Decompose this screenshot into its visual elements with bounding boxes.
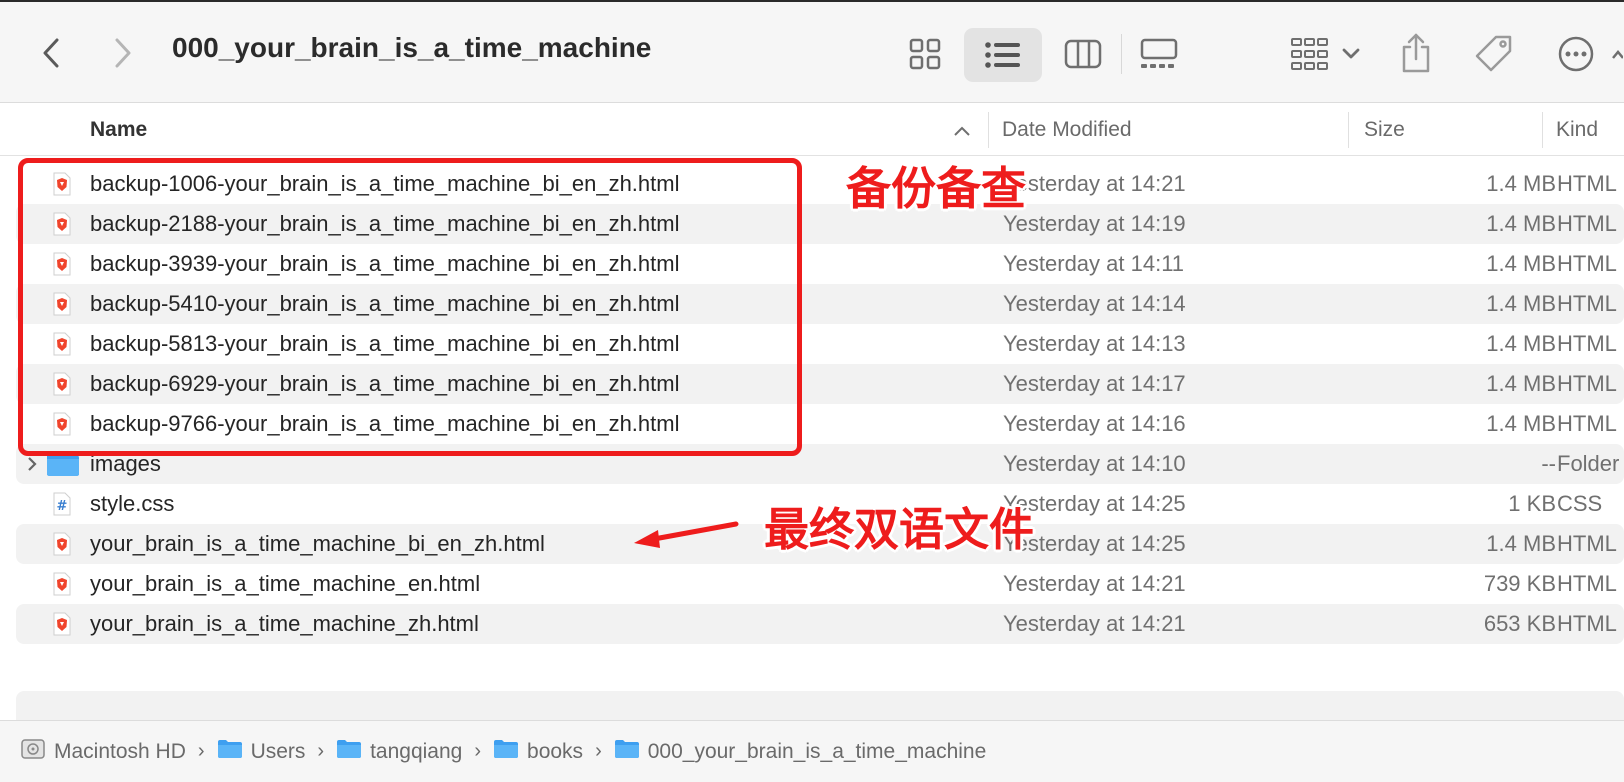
file-kind: HTML <box>1557 251 1617 276</box>
file-size: 653 KB <box>1483 611 1556 636</box>
backup-highlight-box <box>18 158 802 456</box>
folder-icon <box>614 739 640 765</box>
path-crumb[interactable]: Macintosh HD <box>20 737 186 767</box>
path-crumb[interactable]: 000_your_brain_is_a_time_machine <box>614 739 987 765</box>
folder-icon <box>493 739 519 765</box>
file-name: style.css <box>90 491 175 516</box>
kind-column-header[interactable]: Kind <box>1556 104 1598 156</box>
back-chevron-icon[interactable] <box>36 35 66 71</box>
brave-html-icon <box>52 532 72 556</box>
file-row[interactable]: your_brain_is_a_time_machine_zh.html Yest… <box>16 604 1624 644</box>
path-crumb[interactable]: Users <box>217 739 306 765</box>
column-view-icon[interactable] <box>1062 34 1104 74</box>
file-name: your_brain_is_a_time_machine_zh.html <box>90 611 479 636</box>
window-title: 000_your_brain_is_a_time_machine <box>172 32 652 63</box>
path-crumb-label: Macintosh HD <box>54 739 186 763</box>
path-crumb-label: 000_your_brain_is_a_time_machine <box>647 739 987 763</box>
file-size: 1.4 MB <box>1486 331 1556 356</box>
file-date-modified: Yesterday at 14:16 <box>1003 411 1186 436</box>
path-separator-icon: › <box>317 740 325 762</box>
file-kind: HTML <box>1557 171 1617 196</box>
empty-list-row <box>16 691 1624 721</box>
column-divider[interactable] <box>1542 112 1543 148</box>
file-size: 739 KB <box>1483 571 1556 596</box>
file-date-modified: Yesterday at 14:17 <box>1003 371 1186 396</box>
share-icon[interactable] <box>1396 30 1436 76</box>
file-kind: HTML <box>1557 291 1617 316</box>
file-kind: HTML <box>1557 371 1617 396</box>
file-size: 1.4 MB <box>1486 371 1556 396</box>
file-date-modified: Yesterday at 14:11 <box>1003 251 1185 276</box>
name-column-header[interactable]: Name <box>90 104 147 156</box>
path-separator-icon: › <box>474 740 482 762</box>
icon-view-icon[interactable] <box>905 34 945 74</box>
file-date-modified: Yesterday at 14:19 <box>1003 211 1186 236</box>
file-date-modified: Yesterday at 14:21 <box>1003 611 1186 636</box>
column-divider[interactable] <box>1348 112 1349 148</box>
brave-html-icon <box>52 572 72 596</box>
overflow-chevron-icon[interactable] <box>1610 42 1624 66</box>
svg-text:#: # <box>57 499 68 514</box>
file-date-modified: Yesterday at 14:13 <box>1003 331 1186 356</box>
tag-icon[interactable] <box>1472 32 1516 76</box>
list-view-icon[interactable] <box>964 28 1042 82</box>
file-size: 1.4 MB <box>1486 411 1556 436</box>
disclosure-triangle-icon[interactable] <box>26 455 38 478</box>
size-column-header[interactable]: Size <box>1364 104 1405 156</box>
file-size: 1.4 MB <box>1486 531 1556 556</box>
file-size: -- <box>1541 451 1556 476</box>
file-row[interactable]: your_brain_is_a_time_machine_en.html Yest… <box>16 564 1624 604</box>
file-size: 1.4 MB <box>1486 251 1556 276</box>
file-kind: HTML <box>1557 411 1617 436</box>
path-crumb-label: books <box>527 739 584 763</box>
annotation-arrow <box>630 514 740 559</box>
group-by-icon[interactable] <box>1286 34 1366 74</box>
more-icon[interactable] <box>1554 32 1598 76</box>
folder-user-icon <box>336 739 362 765</box>
file-kind: HTML <box>1557 331 1617 356</box>
path-crumb[interactable]: tangqiang <box>336 739 462 765</box>
path-bar: Macintosh HD › Users › tangqiang › books › 000_y… <box>0 720 1624 782</box>
folder-home-icon <box>217 739 243 765</box>
toolbar: 000_your_brain_is_a_time_machine <box>0 0 1624 103</box>
toolbar-divider <box>1121 34 1122 74</box>
path-separator-icon: › <box>595 740 602 762</box>
date-column-header[interactable]: Date Modified <box>1002 104 1132 156</box>
brave-html-icon <box>52 612 72 636</box>
file-kind: HTML <box>1557 531 1617 556</box>
file-kind: HTML <box>1557 611 1617 636</box>
file-kind: HTML <box>1557 571 1617 596</box>
file-kind: HTML <box>1557 211 1617 236</box>
column-header: Name Date Modified Size Kind <box>0 104 1624 156</box>
column-divider[interactable] <box>988 112 989 148</box>
file-size: 1.4 MB <box>1486 291 1556 316</box>
file-size: 1.4 MB <box>1486 171 1556 196</box>
file-kind: CSS <box>1557 491 1603 516</box>
disk-icon <box>20 737 46 767</box>
forward-chevron-icon[interactable] <box>108 35 138 71</box>
file-size: 1.4 MB <box>1486 211 1556 236</box>
path-crumb-label: tangqiang <box>370 739 463 763</box>
file-kind: Folder <box>1557 451 1620 476</box>
file-name: your_brain_is_a_time_machine_bi_en_zh.ht… <box>90 531 545 556</box>
path-crumb-label: Users <box>250 739 306 763</box>
file-date-modified: Yesterday at 14:21 <box>1003 171 1186 196</box>
file-name: your_brain_is_a_time_machine_en.html <box>90 571 481 596</box>
path-crumb[interactable]: books <box>493 739 583 765</box>
gallery-view-icon[interactable] <box>1138 34 1180 74</box>
file-size: 1 KB <box>1508 491 1556 516</box>
file-date-modified: Yesterday at 14:21 <box>1003 571 1186 596</box>
css-file-icon: # <box>52 492 72 516</box>
path-separator-icon: › <box>197 740 205 762</box>
file-date-modified: Yesterday at 14:14 <box>1003 291 1186 316</box>
sort-ascending-icon[interactable] <box>953 124 971 142</box>
file-date-modified: Yesterday at 14:10 <box>1003 451 1186 476</box>
final-file-annotation: 最终双语文件 <box>764 503 1035 556</box>
backup-annotation: 备份备查 <box>846 162 1027 215</box>
